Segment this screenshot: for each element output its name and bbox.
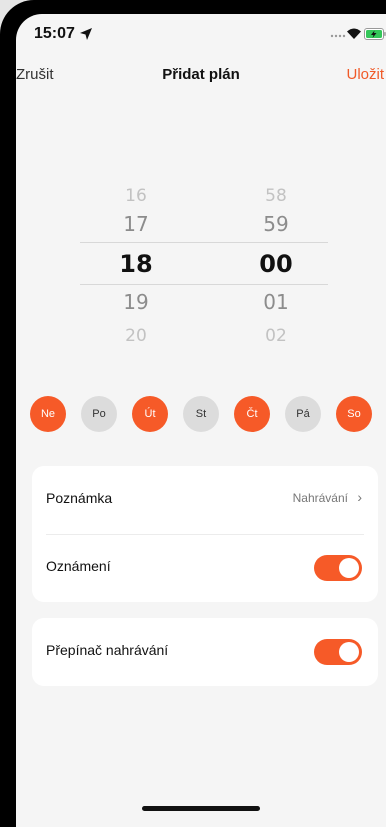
device-frame: 15:07 Zrušit Přidat plán Uložit 16 17 18… (0, 0, 386, 827)
day-sunday-button[interactable]: Ne (30, 396, 66, 432)
hour-option[interactable]: 20 (106, 326, 166, 346)
hour-option[interactable]: 19 (106, 290, 166, 314)
selection-line-bottom (80, 284, 328, 285)
app-screen: 15:07 Zrušit Přidat plán Uložit 16 17 18… (16, 14, 386, 827)
wifi-icon (347, 28, 361, 39)
navigation-bar: Zrušit Přidat plán Uložit (16, 66, 386, 90)
note-row[interactable]: Poznámka Nahrávání › (32, 466, 378, 534)
day-wednesday-button[interactable]: St (183, 396, 219, 432)
location-arrow-icon (80, 28, 92, 40)
save-button[interactable]: Uložit (346, 66, 384, 83)
notification-row: Oznámení (32, 534, 378, 602)
hour-option[interactable]: 16 (106, 186, 166, 206)
notification-label: Oznámení (46, 558, 111, 574)
weekday-selector: Ne Po Út St Čt Pá So (30, 396, 386, 434)
home-indicator[interactable] (142, 806, 260, 811)
day-tuesday-button[interactable]: Út (132, 396, 168, 432)
minute-selected[interactable]: 00 (246, 250, 306, 278)
note-label: Poznámka (46, 490, 113, 506)
recording-toggle[interactable] (314, 639, 362, 665)
cellular-signal-icon (330, 34, 346, 38)
day-thursday-button[interactable]: Čt (234, 396, 270, 432)
toggle-knob (339, 642, 359, 662)
time-picker[interactable]: 16 17 18 19 20 58 59 00 01 02 (16, 182, 386, 372)
hour-selected[interactable]: 18 (106, 250, 166, 278)
minute-option[interactable]: 02 (246, 326, 306, 346)
toggle-knob (339, 558, 359, 578)
recording-switch-label: Přepínač nahrávání (46, 642, 169, 658)
recording-switch-row: Přepínač nahrávání (32, 618, 378, 686)
chevron-right-icon: › (357, 489, 362, 505)
hour-option[interactable]: 17 (106, 212, 166, 236)
minute-option[interactable]: 01 (246, 290, 306, 314)
day-monday-button[interactable]: Po (81, 396, 117, 432)
status-bar: 15:07 (16, 14, 386, 54)
selection-line-top (80, 242, 328, 243)
settings-card: Poznámka Nahrávání › Oznámení (32, 466, 378, 602)
note-value: Nahrávání (292, 491, 348, 505)
status-time: 15:07 (34, 25, 75, 42)
recording-card: Přepínač nahrávání (32, 618, 378, 686)
day-saturday-button[interactable]: So (336, 396, 372, 432)
battery-charging-icon (364, 28, 386, 40)
page-title: Přidat plán (162, 66, 240, 83)
minute-option[interactable]: 58 (246, 186, 306, 206)
minute-option[interactable]: 59 (246, 212, 306, 236)
notification-toggle[interactable] (314, 555, 362, 581)
day-friday-button[interactable]: Pá (285, 396, 321, 432)
